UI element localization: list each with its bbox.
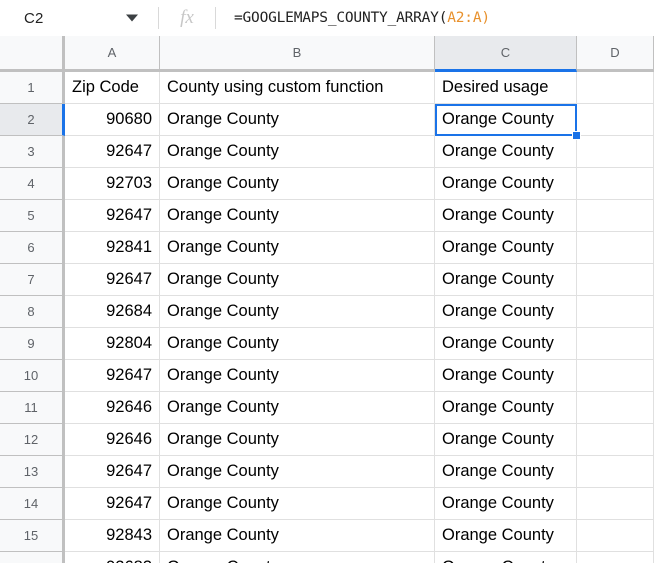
row-header-12[interactable]: 12 — [0, 424, 65, 456]
cell-C10[interactable]: Orange County — [435, 360, 577, 392]
name-box-value: C2 — [24, 9, 44, 27]
cell-C15[interactable]: Orange County — [435, 520, 577, 552]
row-header-3[interactable]: 3 — [0, 136, 65, 168]
cell-D14[interactable] — [577, 488, 654, 520]
cell-D13[interactable] — [577, 456, 654, 488]
cell-B4[interactable]: Orange County — [160, 168, 435, 200]
cell-C2[interactable]: Orange County — [435, 104, 577, 136]
cell-B16[interactable]: Orange County — [160, 552, 435, 563]
cell-C9[interactable]: Orange County — [435, 328, 577, 360]
cell-D6[interactable] — [577, 232, 654, 264]
cell-B11[interactable]: Orange County — [160, 392, 435, 424]
cell-B15[interactable]: Orange County — [160, 520, 435, 552]
cell-A2[interactable]: 90680 — [65, 104, 160, 136]
cell-A16[interactable]: 92683 — [65, 552, 160, 563]
cell-D8[interactable] — [577, 296, 654, 328]
cell-C3[interactable]: Orange County — [435, 136, 577, 168]
column-header-a[interactable]: A — [65, 36, 160, 72]
row-header-1[interactable]: 1 — [0, 72, 65, 104]
formula-suffix: ) — [481, 10, 490, 26]
cell-B1[interactable]: County using custom function — [160, 72, 435, 104]
cell-C11[interactable]: Orange County — [435, 392, 577, 424]
row-header-2[interactable]: 2 — [0, 104, 65, 136]
column-header-b[interactable]: B — [160, 36, 435, 72]
cell-A4[interactable]: 92703 — [65, 168, 160, 200]
cell-D11[interactable] — [577, 392, 654, 424]
name-box[interactable]: C2 — [0, 0, 158, 36]
cell-A7[interactable]: 92647 — [65, 264, 160, 296]
cell-A11[interactable]: 92646 — [65, 392, 160, 424]
function-icon[interactable]: fx — [159, 0, 215, 36]
cell-C5[interactable]: Orange County — [435, 200, 577, 232]
row-header-6[interactable]: 6 — [0, 232, 65, 264]
cell-A1[interactable]: Zip Code — [65, 72, 160, 104]
cell-A3[interactable]: 92647 — [65, 136, 160, 168]
formula-cell-reference: A2:A — [447, 10, 482, 26]
cell-D7[interactable] — [577, 264, 654, 296]
cell-D4[interactable] — [577, 168, 654, 200]
chevron-down-icon[interactable] — [126, 14, 138, 22]
column-headers: ABCD — [0, 36, 654, 72]
cell-A10[interactable]: 92647 — [65, 360, 160, 392]
cell-A9[interactable]: 92804 — [65, 328, 160, 360]
cell-C16[interactable]: Orange County — [435, 552, 577, 563]
cell-D3[interactable] — [577, 136, 654, 168]
column-header-c[interactable]: C — [435, 36, 577, 72]
cell-D5[interactable] — [577, 200, 654, 232]
row-header-16[interactable]: 16 — [0, 552, 65, 563]
row-header-15[interactable]: 15 — [0, 520, 65, 552]
cell-B14[interactable]: Orange County — [160, 488, 435, 520]
column-header-d[interactable]: D — [577, 36, 654, 72]
row-header-8[interactable]: 8 — [0, 296, 65, 328]
cell-B12[interactable]: Orange County — [160, 424, 435, 456]
cell-B2[interactable]: Orange County — [160, 104, 435, 136]
row-header-14[interactable]: 14 — [0, 488, 65, 520]
cell-A8[interactable]: 92684 — [65, 296, 160, 328]
fill-handle[interactable] — [572, 131, 581, 140]
formula-bar: C2 fx =GOOGLEMAPS_COUNTY_ARRAY(A2:A) — [0, 0, 654, 36]
row-header-13[interactable]: 13 — [0, 456, 65, 488]
cell-D1[interactable] — [577, 72, 654, 104]
cell-C12[interactable]: Orange County — [435, 424, 577, 456]
cell-A13[interactable]: 92647 — [65, 456, 160, 488]
row-header-9[interactable]: 9 — [0, 328, 65, 360]
row-header-10[interactable]: 10 — [0, 360, 65, 392]
cell-B8[interactable]: Orange County — [160, 296, 435, 328]
cell-C7[interactable]: Orange County — [435, 264, 577, 296]
cell-A12[interactable]: 92646 — [65, 424, 160, 456]
cell-B13[interactable]: Orange County — [160, 456, 435, 488]
cell-B3[interactable]: Orange County — [160, 136, 435, 168]
cell-C14[interactable]: Orange County — [435, 488, 577, 520]
cell-C6[interactable]: Orange County — [435, 232, 577, 264]
cell-C8[interactable]: Orange County — [435, 296, 577, 328]
cell-D9[interactable] — [577, 328, 654, 360]
cell-B6[interactable]: Orange County — [160, 232, 435, 264]
cell-B10[interactable]: Orange County — [160, 360, 435, 392]
select-all-corner[interactable] — [0, 36, 65, 72]
cell-D12[interactable] — [577, 424, 654, 456]
cell-B7[interactable]: Orange County — [160, 264, 435, 296]
cell-D10[interactable] — [577, 360, 654, 392]
cell-D15[interactable] — [577, 520, 654, 552]
cell-D16[interactable] — [577, 552, 654, 563]
formula-prefix: =GOOGLEMAPS_COUNTY_ARRAY( — [234, 10, 448, 26]
row-header-7[interactable]: 7 — [0, 264, 65, 296]
row-header-5[interactable]: 5 — [0, 200, 65, 232]
cell-B9[interactable]: Orange County — [160, 328, 435, 360]
cell-A15[interactable]: 92843 — [65, 520, 160, 552]
cell-B5[interactable]: Orange County — [160, 200, 435, 232]
spreadsheet-grid[interactable]: Zip Code County using custom function Desi… — [0, 36, 654, 563]
row-header-11[interactable]: 11 — [0, 392, 65, 424]
cell-C13[interactable]: Orange County — [435, 456, 577, 488]
cell-A6[interactable]: 92841 — [65, 232, 160, 264]
cell-A14[interactable]: 92647 — [65, 488, 160, 520]
cell-D2[interactable] — [577, 104, 654, 136]
formula-input[interactable]: =GOOGLEMAPS_COUNTY_ARRAY(A2:A) — [216, 0, 654, 36]
cell-C1[interactable]: Desired usage — [435, 72, 577, 104]
cell-A5[interactable]: 92647 — [65, 200, 160, 232]
cell-C4[interactable]: Orange County — [435, 168, 577, 200]
row-header-4[interactable]: 4 — [0, 168, 65, 200]
